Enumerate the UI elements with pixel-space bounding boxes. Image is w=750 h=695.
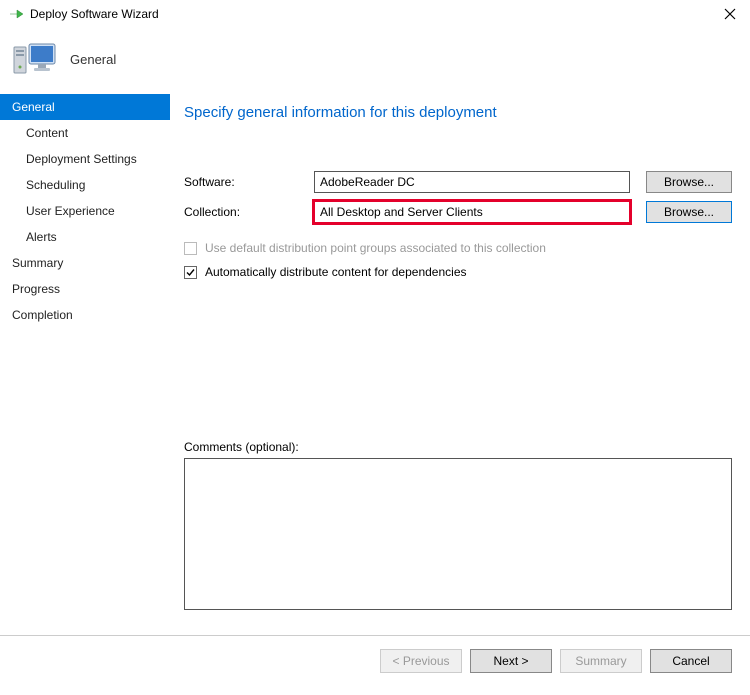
wizard-footer: < Previous Next > Summary Cancel [0,635,750,685]
browse-collection-button[interactable]: Browse... [646,201,732,223]
sidebar-item-summary[interactable]: Summary [0,250,170,276]
header-step-title: General [70,52,116,67]
button-label: Summary [575,654,626,668]
sidebar-item-label: User Experience [26,204,115,218]
button-label: Next > [493,654,528,668]
autodist-checkbox-row[interactable]: Automatically distribute content for dep… [184,265,732,279]
sidebar-item-label: Progress [12,282,60,296]
previous-button: < Previous [380,649,462,673]
sidebar-item-general[interactable]: General [0,94,170,120]
comments-label: Comments (optional): [184,440,732,454]
close-button[interactable] [716,0,744,28]
autodist-checkbox[interactable] [184,266,197,279]
wizard-header: General [0,28,750,90]
main-panel: Specify general information for this dep… [170,90,750,635]
page-heading: Specify general information for this dep… [184,104,732,121]
collection-input[interactable]: All Desktop and Server Clients [314,201,630,223]
comments-section: Comments (optional): [184,440,732,613]
sidebar-item-content[interactable]: Content [0,120,170,146]
software-row: Software: AdobeReader DC Browse... [184,171,732,193]
cancel-button[interactable]: Cancel [650,649,732,673]
wizard-icon [8,6,24,22]
button-label: Browse... [664,205,714,219]
sidebar-item-label: General [12,100,55,114]
sidebar-item-scheduling[interactable]: Scheduling [0,172,170,198]
distpoint-checkbox [184,242,197,255]
software-value: AdobeReader DC [320,175,415,189]
sidebar: General Content Deployment Settings Sche… [0,90,170,635]
collection-label: Collection: [184,205,314,219]
sidebar-item-label: Deployment Settings [26,152,137,166]
sidebar-item-completion[interactable]: Completion [0,302,170,328]
button-label: < Previous [392,654,449,668]
sidebar-item-label: Scheduling [26,178,85,192]
sidebar-item-progress[interactable]: Progress [0,276,170,302]
computer-icon [12,39,60,79]
autodist-checkbox-label: Automatically distribute content for dep… [205,265,467,279]
software-input[interactable]: AdobeReader DC [314,171,630,193]
collection-row: Collection: All Desktop and Server Clien… [184,201,732,223]
sidebar-item-label: Content [26,126,68,140]
comments-textarea[interactable] [184,458,732,610]
software-label: Software: [184,175,314,189]
sidebar-item-user-experience[interactable]: User Experience [0,198,170,224]
distpoint-checkbox-label: Use default distribution point groups as… [205,241,546,255]
browse-software-button[interactable]: Browse... [646,171,732,193]
sidebar-item-label: Summary [12,256,63,270]
summary-button: Summary [560,649,642,673]
button-label: Cancel [672,654,709,668]
window-title: Deploy Software Wizard [30,7,716,21]
wizard-body: General Content Deployment Settings Sche… [0,90,750,635]
sidebar-item-label: Completion [12,308,73,322]
collection-value: All Desktop and Server Clients [320,205,483,219]
sidebar-item-label: Alerts [26,230,57,244]
sidebar-item-alerts[interactable]: Alerts [0,224,170,250]
button-label: Browse... [664,175,714,189]
next-button[interactable]: Next > [470,649,552,673]
sidebar-item-deployment-settings[interactable]: Deployment Settings [0,146,170,172]
distpoint-checkbox-row: Use default distribution point groups as… [184,241,732,255]
titlebar: Deploy Software Wizard [0,0,750,28]
